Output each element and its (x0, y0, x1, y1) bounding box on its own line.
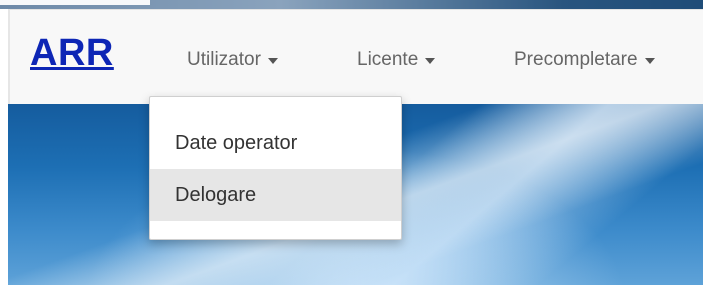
nav-item-precompletare[interactable]: Precompletare (514, 49, 655, 71)
menu-item-delogare[interactable]: Delogare (150, 169, 401, 221)
window-top-strip-left (0, 0, 150, 5)
navbar-left-border (8, 9, 10, 104)
menu-item-label: Delogare (175, 183, 257, 206)
nav-item-label: Precompletare (514, 49, 638, 70)
menu-item-date-operator[interactable]: Date operator (150, 117, 401, 169)
utilizator-dropdown-menu: Date operator Delogare (149, 96, 402, 240)
nav-item-label: Utilizator (187, 49, 261, 70)
window-left-edge (0, 104, 8, 285)
nav-item-label: Licente (357, 49, 419, 70)
nav-item-licente[interactable]: Licente (357, 49, 436, 71)
caret-down-icon (644, 58, 655, 64)
brand-name: ARR (30, 32, 114, 74)
app-window: ARR Utilizator Licente Precompletare Dat… (0, 0, 703, 285)
menu-item-label: Date operator (175, 131, 298, 154)
brand-logo[interactable]: ARR (30, 33, 146, 83)
caret-down-icon (425, 58, 436, 64)
caret-down-icon (267, 58, 278, 64)
nav-item-utilizator[interactable]: Utilizator (187, 49, 278, 71)
